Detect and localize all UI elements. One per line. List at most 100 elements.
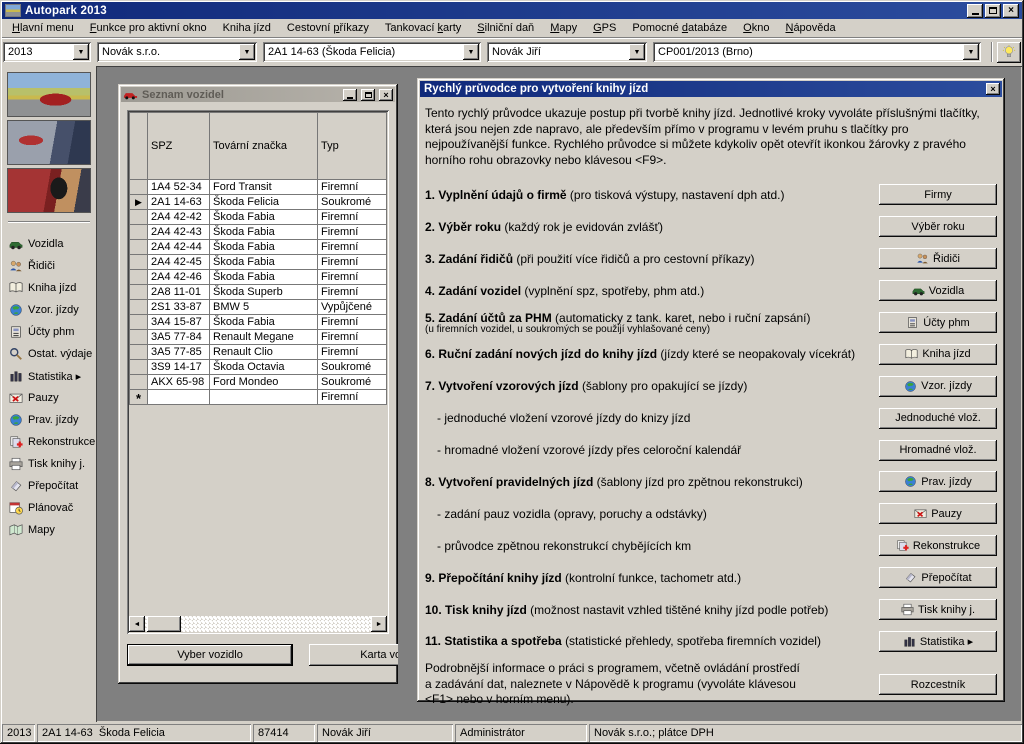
table-row[interactable]: 3A4 15-87Škoda FabiaFiremní — [130, 315, 387, 330]
cell-type[interactable]: Firemní — [318, 330, 387, 345]
table-row[interactable]: 2A4 42-43Škoda FabiaFiremní — [130, 225, 387, 240]
cell-spz[interactable]: 2A8 11-01 — [148, 285, 210, 300]
cell-type[interactable]: Firemní — [318, 210, 387, 225]
menu-funkce-pro-aktivni-okno[interactable]: Funkce pro aktivní okno — [82, 20, 215, 36]
title-bar[interactable]: Autopark 2013 × — [2, 2, 1022, 19]
horizontal-scrollbar[interactable]: ◄ ► — [129, 616, 387, 632]
quick-guide-title-bar[interactable]: Rychlý průvodce pro vytvoření knihy jízd… — [420, 81, 1002, 97]
sidebar-item-ridici[interactable]: Řidiči — [2, 255, 96, 277]
menu-kniha-jizd[interactable]: Kniha jízd — [215, 20, 279, 36]
table-row[interactable]: * Firemní — [130, 390, 387, 405]
table-row[interactable]: ▶2A1 14-63Škoda FeliciaSoukromé — [130, 195, 387, 210]
cell-type[interactable]: Soukromé — [318, 195, 387, 210]
vehicle-card-button[interactable]: Karta vozidla — [309, 644, 398, 666]
cell-spz[interactable]: 2A4 42-46 — [148, 270, 210, 285]
select-vehicle-button[interactable]: Vyber vozidlo — [127, 644, 293, 666]
minimize-button[interactable] — [343, 89, 357, 101]
chevron-down-icon[interactable]: ▼ — [73, 44, 89, 60]
vehicle-combobox[interactable]: 2A1 14-63 (Škoda Felicia)▼ — [263, 42, 481, 62]
sidebar-item-kniha-jizd[interactable]: Kniha jízd — [2, 277, 96, 299]
row-selector[interactable] — [130, 300, 148, 315]
sidebar-item-planovac[interactable]: Plánovač — [2, 497, 96, 519]
sidebar-item-mapy[interactable]: Mapy — [2, 519, 96, 541]
cell-type[interactable]: Firemní — [318, 285, 387, 300]
close-button[interactable]: × — [1003, 4, 1019, 18]
cell-brand[interactable]: Škoda Octavia — [210, 360, 318, 375]
row-selector[interactable] — [130, 255, 148, 270]
guide-button-prepocitat[interactable]: Přepočítat — [879, 567, 997, 588]
cell-spz[interactable]: 2A4 42-43 — [148, 225, 210, 240]
cell-spz[interactable]: 2S1 33-87 — [148, 300, 210, 315]
sidebar-item-vzor-jizdy[interactable]: Vzor. jízdy — [2, 299, 96, 321]
guide-button-jednoduche-vloz[interactable]: Jednoduché vlož. — [879, 408, 997, 429]
close-icon[interactable]: × — [986, 83, 1000, 95]
cell-type[interactable]: Firemní — [318, 255, 387, 270]
guide-button-vozidla[interactable]: Vozidla — [879, 280, 997, 301]
table-row[interactable]: 2S1 33-87BMW 5Vypůjčené — [130, 300, 387, 315]
scrollbar-thumb[interactable] — [147, 616, 181, 632]
cell-type[interactable]: Firemní — [318, 240, 387, 255]
table-row[interactable]: 2A8 11-01Škoda SuperbFiremní — [130, 285, 387, 300]
cell-spz[interactable] — [148, 390, 210, 405]
cell-spz[interactable]: AKX 65-98 — [148, 375, 210, 390]
cell-type[interactable]: Vypůjčené — [318, 300, 387, 315]
year-combobox[interactable]: 2013▼ — [3, 42, 91, 62]
guide-button-ridici[interactable]: Řidiči — [879, 248, 997, 269]
guide-button-firmy[interactable]: Firmy — [879, 184, 997, 205]
new-row-marker[interactable]: * — [130, 390, 148, 405]
guide-button-ucty-phm[interactable]: Účty phm — [879, 312, 997, 333]
cell-brand[interactable]: Ford Mondeo — [210, 375, 318, 390]
quick-guide-bulb-button[interactable] — [997, 42, 1021, 63]
guide-button-statistika[interactable]: Statistika ▸ — [879, 631, 997, 652]
guide-button-rozcestnik[interactable]: Rozcestník — [879, 674, 997, 695]
cell-spz[interactable]: 3A5 77-85 — [148, 345, 210, 360]
guide-button-rekonstrukce[interactable]: Rekonstrukce — [879, 535, 997, 556]
chevron-down-icon[interactable]: ▼ — [239, 44, 255, 60]
row-selector[interactable] — [130, 375, 148, 390]
cell-spz[interactable]: 1A4 52-34 — [148, 180, 210, 195]
table-row[interactable]: 2A4 42-46Škoda FabiaFiremní — [130, 270, 387, 285]
sidebar-item-ucty-phm[interactable]: Účty phm — [2, 321, 96, 343]
table-row[interactable]: 3S9 14-17Škoda OctaviaSoukromé — [130, 360, 387, 375]
scrollbar-track[interactable] — [181, 616, 371, 632]
chevron-down-icon[interactable]: ▼ — [629, 44, 645, 60]
guide-button-hromadne-vloz[interactable]: Hromadné vlož. — [879, 440, 997, 461]
cell-type[interactable]: Soukromé — [318, 375, 387, 390]
menu-tankovaci-karty[interactable]: Tankovací karty — [377, 20, 469, 36]
guide-button-prav-jizdy[interactable]: Prav. jízdy — [879, 471, 997, 492]
driver-combobox[interactable]: Novák Jiří▼ — [487, 42, 647, 62]
row-selector[interactable] — [130, 360, 148, 375]
cell-spz[interactable]: 3A5 77-84 — [148, 330, 210, 345]
row-selector[interactable] — [130, 345, 148, 360]
row-selector[interactable] — [130, 270, 148, 285]
menu-napoveda[interactable]: Nápověda — [777, 20, 843, 36]
guide-button-vyber-roku[interactable]: Výběr roku — [879, 216, 997, 237]
menu-okno[interactable]: Okno — [735, 20, 777, 36]
cell-type[interactable]: Firemní — [318, 315, 387, 330]
cell-brand[interactable]: Škoda Fabia — [210, 225, 318, 240]
maximize-button[interactable] — [361, 89, 375, 101]
sidebar-item-vozidla[interactable]: Vozidla — [2, 233, 96, 255]
cell-brand[interactable]: Škoda Fabia — [210, 210, 318, 225]
cell-type[interactable]: Soukromé — [318, 360, 387, 375]
close-button[interactable]: × — [379, 89, 393, 101]
cell-brand[interactable]: Renault Clio — [210, 345, 318, 360]
trip-order-combobox[interactable]: CP001/2013 (Brno)▼ — [653, 42, 981, 62]
minimize-button[interactable] — [967, 4, 983, 18]
vehicle-list-title-bar[interactable]: Seznam vozidel × — [121, 87, 395, 102]
cell-type[interactable]: Firemní — [318, 225, 387, 240]
company-combobox[interactable]: Novák s.r.o.▼ — [97, 42, 257, 62]
table-row[interactable]: 2A4 42-45Škoda FabiaFiremní — [130, 255, 387, 270]
guide-button-pauzy[interactable]: Pauzy — [879, 503, 997, 524]
cell-brand[interactable]: Škoda Fabia — [210, 270, 318, 285]
scroll-left-icon[interactable]: ◄ — [129, 616, 145, 632]
cell-type[interactable]: Firemní — [318, 390, 387, 405]
menu-hlavni-menu[interactable]: Hlavní menu — [4, 20, 82, 36]
menu-gps[interactable]: GPS — [585, 20, 624, 36]
restore-button[interactable] — [985, 4, 1001, 18]
table-row[interactable]: 3A5 77-85Renault ClioFiremní — [130, 345, 387, 360]
row-selector[interactable] — [130, 210, 148, 225]
cell-brand[interactable]: Škoda Fabia — [210, 315, 318, 330]
cell-brand[interactable] — [210, 390, 318, 405]
cell-brand[interactable]: BMW 5 — [210, 300, 318, 315]
